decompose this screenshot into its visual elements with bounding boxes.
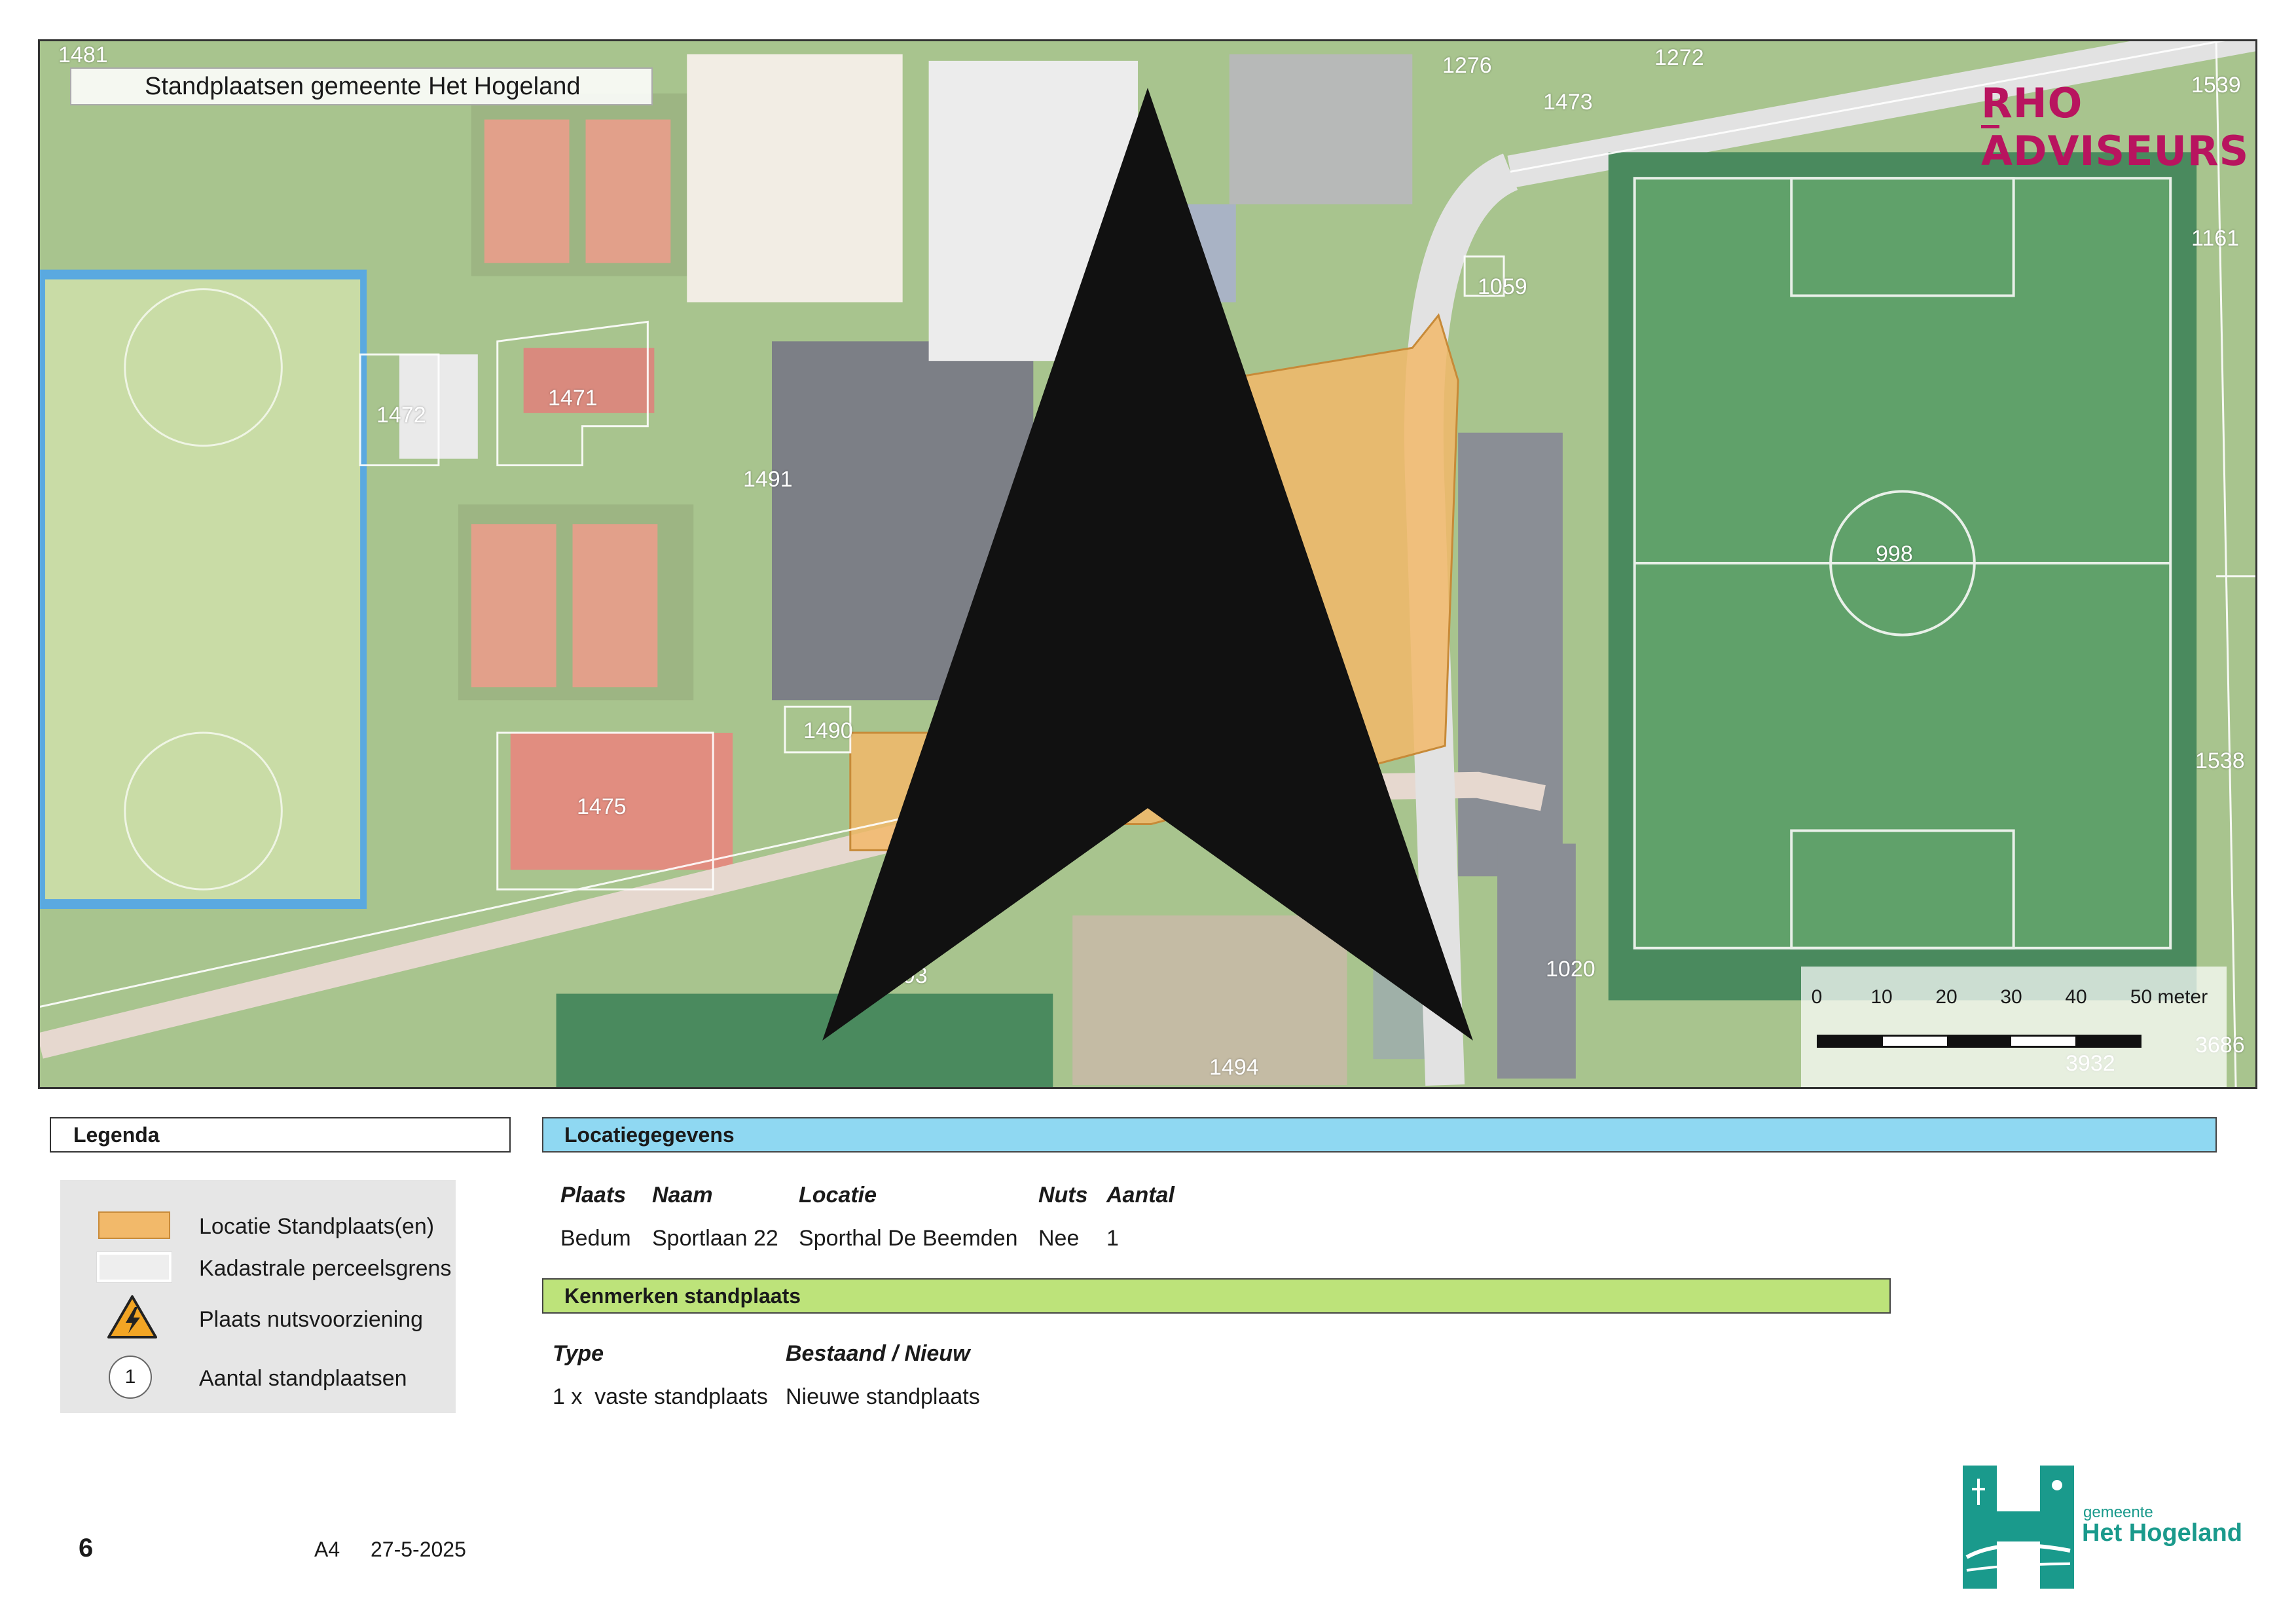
kenmerken-header: Kenmerken standplaats <box>542 1278 1891 1314</box>
hazard-electric-icon <box>107 1295 157 1338</box>
table-header-plaats: Plaats <box>560 1183 627 1208</box>
page-number: 6 <box>79 1534 94 1562</box>
table-cell-nuts: Nee <box>1038 1226 1080 1251</box>
legend-label: Kadastrale perceelsgrens <box>199 1256 452 1281</box>
scale-tick: 0 <box>1811 986 1823 1008</box>
numbered-circle-icon: 1 <box>109 1356 152 1399</box>
legend-item: Kadastrale perceelsgrens <box>60 1248 456 1287</box>
table-header-nuts: Nuts <box>1038 1183 1088 1208</box>
scale-bar: 0 10 20 30 40 50 meter <box>1801 967 2227 1087</box>
locatiegegevens-header: Locatiegegevens <box>542 1117 2217 1153</box>
legend-item: Locatie Standplaats(en) <box>60 1206 456 1246</box>
scale-tick: 40 <box>2065 986 2087 1008</box>
gemeente-name: Het Hogeland <box>2082 1519 2242 1547</box>
scale-bar-graphic <box>1817 1035 2141 1048</box>
table-cell-bestaand-nieuw: Nieuwe standplaats <box>786 1384 980 1409</box>
scale-tick: 30 <box>2000 986 2022 1008</box>
scale-tick: 50 meter <box>2130 986 2208 1008</box>
legend-box: Locatie Standplaats(en) Kadastrale perce… <box>60 1180 456 1413</box>
table-cell-locatie: Sporthal De Beemden <box>799 1226 1018 1251</box>
table-cell-aantal: 1 <box>1106 1226 1119 1251</box>
date: 27-5-2025 <box>371 1538 466 1561</box>
scale-tick: 20 <box>1935 986 1958 1008</box>
scale-tick: 10 <box>1870 986 1893 1008</box>
table-cell-plaats: Bedum <box>560 1226 631 1251</box>
table-header-bestaand-nieuw: Bestaand / Nieuw <box>786 1341 970 1366</box>
legend-title: Legenda <box>50 1117 511 1153</box>
table-header-locatie: Locatie <box>799 1183 877 1208</box>
table-cell-type: 1 x vaste standplaats <box>553 1384 768 1409</box>
table-cell-naam: Sportlaan 22 <box>652 1226 778 1251</box>
legend-label: Plaats nutsvoorziening <box>199 1307 424 1332</box>
legend-label: Aantal standplaatsen <box>199 1366 407 1391</box>
gemeente-het-hogeland-logo <box>1963 1466 2074 1589</box>
orange-area-swatch <box>98 1211 170 1239</box>
legend-label: Locatie Standplaats(en) <box>199 1214 435 1239</box>
legend-item: Plaats nutsvoorziening <box>60 1294 456 1338</box>
table-header-aantal: Aantal <box>1106 1183 1175 1208</box>
parcel-boundary-swatch <box>96 1251 172 1283</box>
north-arrow-icon <box>822 87 1473 1041</box>
map-frame[interactable]: Standplaatsen gemeente Het Hogeland RHO … <box>38 39 2257 1089</box>
table-header-type: Type <box>553 1341 604 1366</box>
paper-size: A4 <box>314 1538 340 1561</box>
legend-item: 1 Aantal standplaatsen <box>60 1356 456 1399</box>
table-header-naam: Naam <box>652 1183 713 1208</box>
